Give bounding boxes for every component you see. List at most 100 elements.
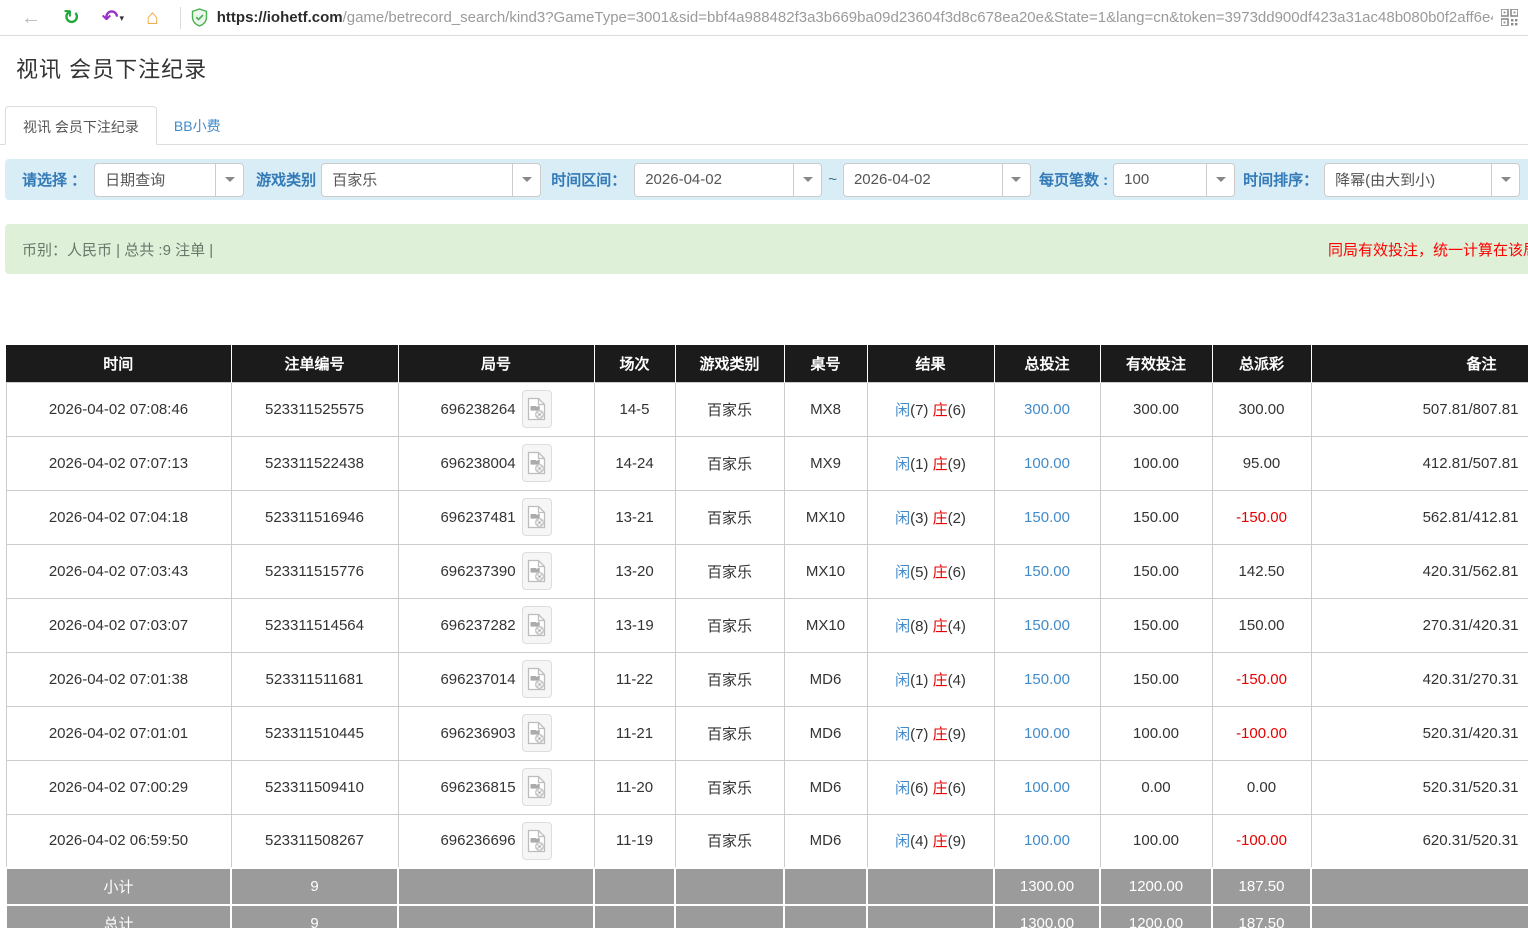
round-cell: 696236815: [398, 760, 594, 814]
per-page-select[interactable]: 100: [1113, 163, 1235, 197]
date-from-select[interactable]: 2026-04-02: [634, 163, 822, 197]
video-replay-button[interactable]: [522, 390, 552, 428]
round-number: 696238004: [440, 455, 515, 472]
column-header: 局号: [398, 345, 594, 382]
currency-total-text: 币别：人民币 | 总共 :9 注单 |: [22, 239, 213, 260]
table-number-cell: MX10: [784, 544, 867, 598]
undo-caret-icon[interactable]: ▾: [120, 13, 125, 23]
video-replay-button[interactable]: [522, 660, 552, 698]
video-replay-button[interactable]: [522, 498, 552, 536]
qr-code-icon[interactable]: [1501, 9, 1518, 26]
footer-empty: [398, 868, 594, 905]
payout-cell: 142.50: [1212, 544, 1311, 598]
footer-valid-bet: 1200.00: [1100, 905, 1212, 928]
table-body: 2026-04-02 07:08:46523311525575696238264…: [6, 382, 1528, 868]
payout-cell: 300.00: [1212, 382, 1311, 436]
chevron-down-icon: [1491, 164, 1519, 196]
video-replay-button[interactable]: [522, 552, 552, 590]
result-player-score: (3): [910, 510, 933, 527]
valid-bet-cell: 150.00: [1100, 490, 1212, 544]
total-bet-cell[interactable]: 150.00: [994, 652, 1100, 706]
table-footer: 小计91300.001200.00187.50总计91300.001200.00…: [6, 868, 1528, 928]
footer-label: 小计: [6, 868, 231, 905]
round-number: 696236696: [440, 832, 515, 849]
footer-count: 9: [231, 905, 398, 928]
per-page-label: 每页笔数 :: [1039, 169, 1108, 190]
video-replay-button[interactable]: [522, 606, 552, 644]
chevron-down-icon: [215, 164, 243, 196]
total-bet-cell[interactable]: 300.00: [994, 382, 1100, 436]
result-player-score: (7): [910, 726, 933, 743]
total-bet-cell[interactable]: 100.00: [994, 814, 1100, 868]
security-shield-icon[interactable]: [191, 8, 208, 27]
bet-records-table: 时间注单编号局号场次游戏类别桌号结果总投注有效投注总派彩备注 2026-04-0…: [5, 345, 1528, 928]
tab-bet-records[interactable]: 视讯 会员下注纪录: [5, 106, 157, 145]
sort-label: 时间排序：: [1243, 169, 1318, 190]
result-banker-score: (6): [948, 564, 966, 581]
table-row: 2026-04-02 06:59:50523311508267696236696…: [6, 814, 1528, 868]
column-header: 时间: [6, 345, 231, 382]
filter-bar: 请选择 ： 日期查询 游戏类别 百家乐 时间区间： 2026-04-02 ~ 2…: [5, 159, 1528, 200]
refresh-icon[interactable]: ↻: [63, 8, 80, 28]
video-replay-button[interactable]: [522, 768, 552, 806]
table-row: 2026-04-02 07:07:13523311522438696238004…: [6, 436, 1528, 490]
result-player-label: 闲: [895, 672, 910, 689]
tab-bb-tips[interactable]: BB小费: [157, 106, 238, 144]
total-bet-cell[interactable]: 150.00: [994, 598, 1100, 652]
back-icon[interactable]: ←: [21, 8, 41, 28]
footer-empty: [594, 868, 675, 905]
undo-icon[interactable]: ↶▾: [102, 8, 124, 28]
game-type-cell: 百家乐: [675, 436, 784, 490]
video-replay-button[interactable]: [522, 444, 552, 482]
total-bet-cell[interactable]: 100.00: [994, 760, 1100, 814]
total-bet-cell[interactable]: 100.00: [994, 436, 1100, 490]
browser-toolbar: ← ↻ ↶▾ ⌂ https://iohetf.com/game/betreco…: [0, 0, 1528, 36]
video-replay-button[interactable]: [522, 822, 552, 860]
valid-bet-cell: 150.00: [1100, 598, 1212, 652]
round-number: 696236815: [440, 779, 515, 796]
total-bet-cell[interactable]: 100.00: [994, 706, 1100, 760]
round-cell: 696238004: [398, 436, 594, 490]
round-cell: 696237390: [398, 544, 594, 598]
total-bet-cell[interactable]: 150.00: [994, 544, 1100, 598]
result-player-label: 闲: [895, 402, 910, 419]
column-header: 注单编号: [231, 345, 398, 382]
footer-payout: 187.50: [1212, 905, 1311, 928]
table-number-cell: MX10: [784, 598, 867, 652]
url-bar[interactable]: https://iohetf.com/game/betrecord_search…: [217, 9, 1493, 26]
footer-count: 9: [231, 868, 398, 905]
table-header-row: 时间注单编号局号场次游戏类别桌号结果总投注有效投注总派彩备注: [6, 345, 1528, 382]
home-icon[interactable]: ⌂: [146, 7, 159, 28]
query-type-select[interactable]: 日期查询: [94, 163, 244, 197]
table-number-cell: MD6: [784, 760, 867, 814]
table-number-cell: MX8: [784, 382, 867, 436]
result-banker-score: (6): [948, 780, 966, 797]
result-banker-label: 庄: [933, 456, 948, 473]
valid-bet-cell: 0.00: [1100, 760, 1212, 814]
note-cell: 507.81/807.81: [1311, 382, 1528, 436]
chevron-down-icon: [793, 164, 821, 196]
result-player-score: (1): [910, 456, 933, 473]
time-cell: 2026-04-02 06:59:50: [6, 814, 231, 868]
footer-total-bet: 1300.00: [994, 905, 1100, 928]
date-to-select[interactable]: 2026-04-02: [843, 163, 1031, 197]
bet-number-cell: 523311510445: [231, 706, 398, 760]
result-banker-label: 庄: [933, 564, 948, 581]
valid-bet-cell: 100.00: [1100, 814, 1212, 868]
note-cell: 520.31/420.31: [1311, 706, 1528, 760]
table-row: 2026-04-02 07:04:18523311516946696237481…: [6, 490, 1528, 544]
total-bet-cell[interactable]: 150.00: [994, 490, 1100, 544]
note-cell: 620.31/520.31: [1311, 814, 1528, 868]
footer-empty: [675, 868, 784, 905]
game-type-select[interactable]: 百家乐: [321, 163, 541, 197]
footer-total-bet: 1300.00: [994, 868, 1100, 905]
session-cell: 11-19: [594, 814, 675, 868]
chevron-down-icon: [512, 164, 540, 196]
sort-select[interactable]: 降幂(由大到小): [1324, 163, 1520, 197]
sort-value: 降幂(由大到小): [1325, 169, 1491, 190]
valid-bet-notice: 同局有效投注，统一计算在该局: [1328, 239, 1528, 260]
result-player-label: 闲: [895, 510, 910, 527]
round-cell: 696237014: [398, 652, 594, 706]
bet-number-cell: 523311522438: [231, 436, 398, 490]
video-replay-button[interactable]: [522, 714, 552, 752]
